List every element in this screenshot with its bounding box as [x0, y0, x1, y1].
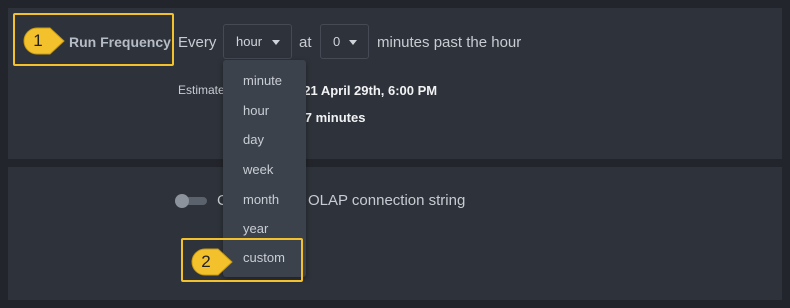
menu-item-year[interactable]: year: [243, 221, 268, 236]
menu-item-hour[interactable]: hour: [243, 103, 269, 118]
frequency-select-value: hour: [236, 34, 263, 49]
menu-item-month[interactable]: month: [243, 192, 279, 207]
frequency-select[interactable]: hour: [223, 24, 292, 59]
menu-item-day[interactable]: day: [243, 132, 264, 147]
estimate-value: 021 April 29th, 6:00 PM: [296, 83, 438, 98]
callout-badge-2: 2: [191, 248, 233, 276]
callout-badge-1: 1: [23, 27, 65, 55]
every-label: Every: [178, 34, 217, 51]
toggle-knob: [175, 194, 189, 208]
caret-down-icon: [349, 40, 357, 45]
caret-down-icon: [272, 40, 280, 45]
menu-item-minute[interactable]: minute: [243, 73, 282, 88]
minute-select-value: 0: [333, 34, 341, 49]
olap-label: OLAP connection string: [308, 192, 466, 209]
minute-select[interactable]: 0: [320, 24, 369, 59]
callout-number-1: 1: [33, 31, 43, 50]
estimate-label: Estimate: [178, 83, 225, 97]
menu-item-week[interactable]: week: [243, 162, 273, 177]
at-label: at: [299, 34, 312, 51]
minutes-past-label: minutes past the hour: [377, 34, 522, 51]
callout-number-2: 2: [201, 252, 211, 271]
olap-toggle[interactable]: [175, 194, 207, 208]
olap-panel: [8, 167, 782, 300]
